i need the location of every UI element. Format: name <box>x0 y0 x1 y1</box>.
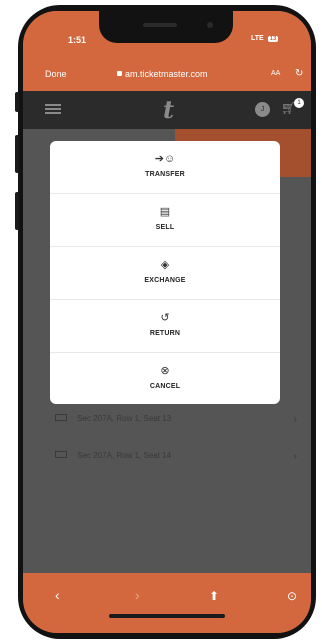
return-option[interactable]: ↺ RETURN <box>50 300 280 353</box>
ticket-label: Sec 207A, Row 1, Seat 14 <box>77 451 172 460</box>
back-icon[interactable]: ‹ <box>55 587 60 603</box>
volume-up-button <box>15 135 19 173</box>
transfer-icon: ➔☺ <box>154 153 176 165</box>
cancel-label: CANCEL <box>149 383 181 390</box>
reload-icon[interactable]: ↻ <box>295 68 303 79</box>
ticketmaster-logo[interactable]: t <box>163 95 174 124</box>
chevron-right-icon: › <box>293 414 297 425</box>
browser-toolbar: ‹ › ⬆︎ ⊙ <box>23 573 311 633</box>
lock-icon <box>117 71 122 76</box>
share-icon[interactable]: ⬆︎ <box>209 589 219 603</box>
ticket-icon <box>55 414 67 421</box>
exchange-option[interactable]: ◈ EXCHANGE <box>50 247 280 300</box>
ticket-label: Sec 207A, Row 1, Seat 13 <box>77 414 172 423</box>
url-display[interactable]: am.ticketmaster.com <box>117 69 208 79</box>
avatar[interactable]: J <box>255 102 270 117</box>
signal-indicator: LTE 13 <box>251 35 279 42</box>
chevron-right-icon: › <box>293 451 297 462</box>
done-button[interactable]: Done <box>45 69 67 79</box>
site-header: t J 🛒︎ 1 <box>23 91 311 129</box>
sell-label: SELL <box>155 224 175 231</box>
battery-icon: 13 <box>267 36 279 42</box>
mute-switch <box>15 92 19 112</box>
ticket-icon <box>55 451 67 458</box>
volume-down-button <box>15 192 19 230</box>
text-size-button[interactable]: AA <box>271 70 280 77</box>
ticket-row[interactable]: Sec 207A, Row 1, Seat 13 › <box>43 414 305 444</box>
camera <box>207 22 213 28</box>
transfer-label: TRANSFER <box>145 171 185 178</box>
cart-count-badge: 1 <box>294 98 304 108</box>
exchange-icon: ◈ <box>160 259 170 271</box>
sell-icon: ▤ <box>159 206 171 218</box>
speaker <box>143 23 177 27</box>
notch <box>99 11 233 43</box>
network-label: LTE <box>251 35 264 42</box>
browser-url-bar: Done am.ticketmaster.com AA ↻ <box>23 61 311 91</box>
compass-icon[interactable]: ⊙ <box>287 589 297 603</box>
screen: 1:51 LTE 13 Done am.ticketmaster.com AA … <box>23 11 311 633</box>
ticket-row[interactable]: Sec 207A, Row 1, Seat 14 › <box>43 451 305 481</box>
menu-icon[interactable] <box>45 104 61 114</box>
home-indicator <box>109 614 225 618</box>
transfer-option[interactable]: ➔☺ TRANSFER <box>50 141 280 194</box>
return-icon: ↺ <box>160 312 170 324</box>
cancel-option[interactable]: ⊗ CANCEL <box>50 353 280 405</box>
forward-icon[interactable]: › <box>135 587 140 603</box>
return-label: RETURN <box>149 330 181 337</box>
status-bar: 1:51 LTE 13 <box>23 11 311 61</box>
sell-option[interactable]: ▤ SELL <box>50 194 280 247</box>
cancel-icon: ⊗ <box>160 365 170 377</box>
exchange-label: EXCHANGE <box>144 277 186 284</box>
status-time: 1:51 <box>68 35 87 45</box>
url-text: am.ticketmaster.com <box>125 69 208 79</box>
ticket-actions-modal: ➔☺ TRANSFER ▤ SELL ◈ EXCHANGE ↺ RETURN ⊗… <box>50 141 280 404</box>
